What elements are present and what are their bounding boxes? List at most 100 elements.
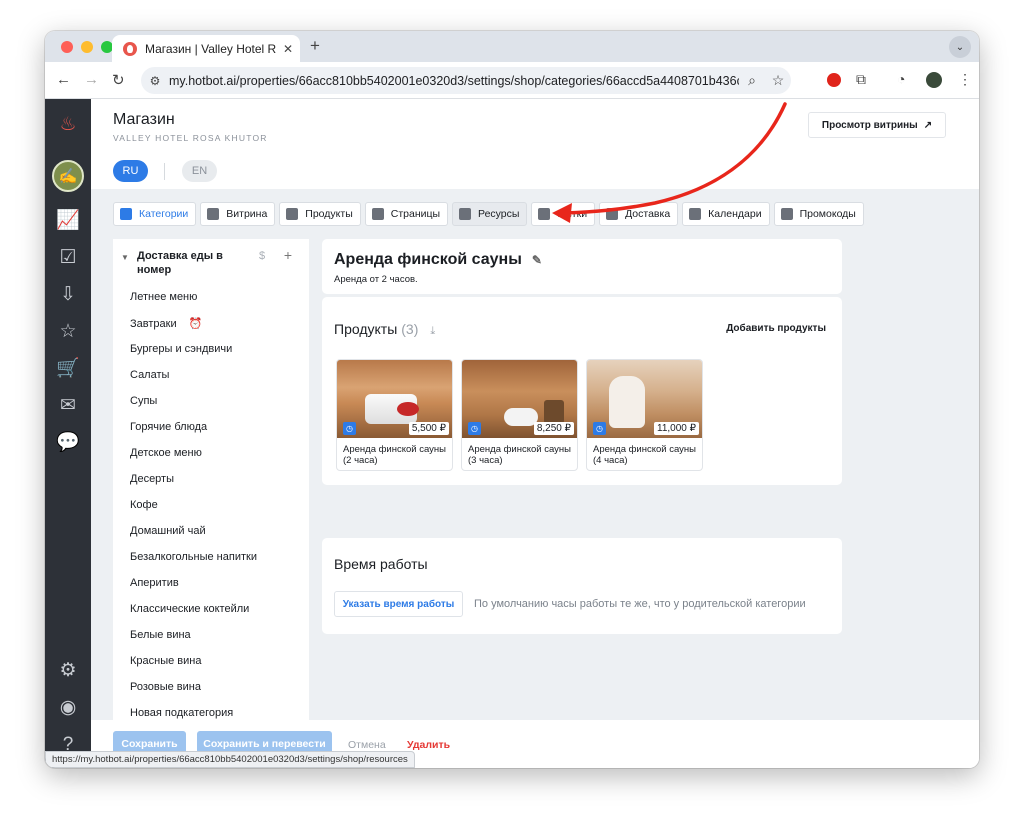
- category-item[interactable]: Горячие блюда: [130, 421, 207, 433]
- product-card[interactable]: ◷ 5,500 ₽ Аренда финской сауны (2 часа): [336, 359, 453, 471]
- lang-divider: [164, 163, 165, 180]
- product-card[interactable]: ◷ 8,250 ₽ Аренда финской сауны (3 часа): [461, 359, 578, 471]
- forward-icon[interactable]: →: [84, 71, 99, 88]
- account-user-icon[interactable]: ◉: [56, 696, 80, 720]
- id-card-icon: [459, 208, 472, 220]
- preview-label: Просмотр витрины: [821, 119, 918, 131]
- tab-pages[interactable]: Страницы: [364, 202, 449, 226]
- add-subcategory-button[interactable]: +: [275, 248, 301, 277]
- category-item[interactable]: Завтраки ⏰: [130, 317, 202, 330]
- page-subtitle: VALLEY HOTEL ROSA KHUTOR: [113, 133, 268, 143]
- product-name: Аренда финской сауны (2 часа): [343, 444, 446, 466]
- category-item[interactable]: Новая подкатегория: [130, 707, 233, 719]
- page-title: Магазин: [113, 111, 175, 128]
- clock-badge-icon: ◷: [468, 422, 481, 435]
- analytics-chart-icon[interactable]: 📈: [56, 209, 80, 233]
- inbox-download-icon[interactable]: ⇩: [56, 283, 80, 307]
- zoom-icon[interactable]: ⌕: [739, 72, 765, 89]
- hotbot-favicon-icon: [123, 41, 137, 56]
- tab-calendars[interactable]: Календари: [682, 202, 770, 226]
- tab-products[interactable]: Продукты: [279, 202, 361, 226]
- price-dollar-icon[interactable]: $: [249, 249, 275, 277]
- new-tab-button[interactable]: +: [310, 36, 320, 56]
- tab-showcase[interactable]: Витрина: [200, 202, 276, 226]
- profile-avatar[interactable]: [926, 72, 942, 88]
- category-label: Завтраки: [130, 318, 177, 330]
- close-tab-icon[interactable]: ✕: [276, 42, 300, 56]
- tab-categories[interactable]: Категории: [113, 202, 197, 226]
- category-item[interactable]: Бургеры и сэндвичи: [130, 343, 232, 355]
- tab-label: Календари: [708, 208, 762, 220]
- calendar-icon: [689, 208, 702, 220]
- tab-label: Доставка: [625, 208, 671, 220]
- mailing-envelope-icon[interactable]: ✉: [56, 394, 80, 418]
- category-item[interactable]: Красные вина: [130, 655, 201, 667]
- main-content: Магазин VALLEY HOTEL ROSA KHUTOR Просмот…: [91, 99, 979, 768]
- opera-extension-icon[interactable]: [827, 73, 841, 87]
- category-group[interactable]: ▼ Доставка еды в номер $ +: [121, 248, 301, 277]
- chevron-down-icon[interactable]: ▼: [121, 249, 137, 277]
- towel-rolls-shape: [504, 408, 538, 426]
- category-item[interactable]: Аперитив: [130, 577, 179, 589]
- product-name: Аренда финской сауны (3 часа): [468, 444, 571, 466]
- category-item[interactable]: Кофе: [130, 499, 158, 511]
- back-icon[interactable]: ←: [56, 71, 71, 88]
- preview-storefront-button[interactable]: Просмотр витрины ↗: [808, 112, 946, 138]
- tab-delivery[interactable]: Доставка: [599, 202, 679, 226]
- category-item[interactable]: Супы: [130, 395, 157, 407]
- download-icon[interactable]: ⤓: [430, 325, 435, 337]
- browser-menu-icon[interactable]: ⋮: [958, 71, 972, 88]
- tab-label: Витрина: [226, 208, 268, 220]
- cards-icon: [207, 208, 220, 220]
- url-text: my.hotbot.ai/properties/66acc810bb540200…: [169, 73, 739, 88]
- site-info-icon[interactable]: ⚙: [141, 74, 169, 88]
- category-item[interactable]: Домашний чай: [130, 525, 206, 537]
- address-bar[interactable]: ⚙ my.hotbot.ai/properties/66acc810bb5402…: [141, 67, 791, 94]
- tab-promocodes[interactable]: Промокоды: [773, 202, 864, 226]
- lang-en-button[interactable]: EN: [182, 160, 217, 182]
- storefront-icon: [120, 208, 132, 220]
- add-products-button[interactable]: Добавить продукты: [726, 323, 826, 334]
- product-card[interactable]: ◷ 11,000 ₽ Аренда финской сауны (4 часа): [586, 359, 703, 471]
- category-item[interactable]: Летнее меню: [130, 291, 197, 303]
- tab-label: Метки: [557, 208, 588, 220]
- tab-label: Категории: [139, 208, 189, 220]
- category-item[interactable]: Салаты: [130, 369, 169, 381]
- hotbot-logo-icon[interactable]: ♨: [56, 113, 80, 137]
- tab-search-button[interactable]: ⌄: [949, 36, 971, 58]
- shop-cart-icon[interactable]: 🛒: [56, 357, 80, 381]
- category-item[interactable]: Белые вина: [130, 629, 191, 641]
- category-item[interactable]: Классические коктейли: [130, 603, 249, 615]
- minimize-window-button[interactable]: [81, 41, 93, 53]
- extensions-puzzle-icon[interactable]: ⧉: [856, 71, 866, 88]
- chat-bubble-icon[interactable]: 💬: [56, 431, 80, 455]
- set-working-hours-button[interactable]: Указать время работы: [334, 591, 463, 617]
- tasks-check-icon[interactable]: ☑: [56, 246, 80, 270]
- category-item[interactable]: Детское меню: [130, 447, 202, 459]
- category-item[interactable]: Розовые вина: [130, 681, 201, 693]
- property-avatar[interactable]: ✍: [52, 160, 84, 192]
- performance-icon[interactable]: ◔: [897, 71, 905, 87]
- grid-plus-icon: [286, 208, 299, 220]
- settings-gear-icon[interactable]: ⚙: [56, 659, 80, 683]
- products-card: Продукты (3) ⤓ Добавить продукты ◷ 5,500 ₽…: [322, 297, 842, 485]
- person-towel-shape: [609, 376, 645, 428]
- lang-ru-button[interactable]: RU: [113, 160, 148, 182]
- coupon-icon: [780, 208, 793, 220]
- category-item[interactable]: Безалкогольные напитки: [130, 551, 257, 563]
- category-item[interactable]: Десерты: [130, 473, 174, 485]
- clock-badge-icon: ◷: [343, 422, 356, 435]
- tab-resources[interactable]: Ресурсы: [452, 202, 528, 226]
- edit-pencil-icon[interactable]: ✎: [532, 253, 542, 267]
- reviews-star-icon[interactable]: ☆: [56, 320, 80, 344]
- tab-tags[interactable]: Метки: [531, 202, 596, 226]
- reload-icon[interactable]: ↻: [112, 71, 125, 89]
- bookmark-star-icon[interactable]: ☆: [765, 72, 791, 89]
- shop-tabs: Категории Витрина Продукты Страницы Ресу…: [113, 202, 864, 226]
- delete-button[interactable]: Удалить: [407, 739, 450, 751]
- close-window-button[interactable]: [61, 41, 73, 53]
- cancel-button[interactable]: Отмена: [348, 739, 386, 751]
- link-status-bar: https://my.hotbot.ai/properties/66acc810…: [45, 751, 415, 768]
- browser-tab[interactable]: Магазин | Valley Hotel Rosa K ✕: [112, 35, 300, 62]
- working-hours-card: Время работы Указать время работы По умо…: [322, 538, 842, 634]
